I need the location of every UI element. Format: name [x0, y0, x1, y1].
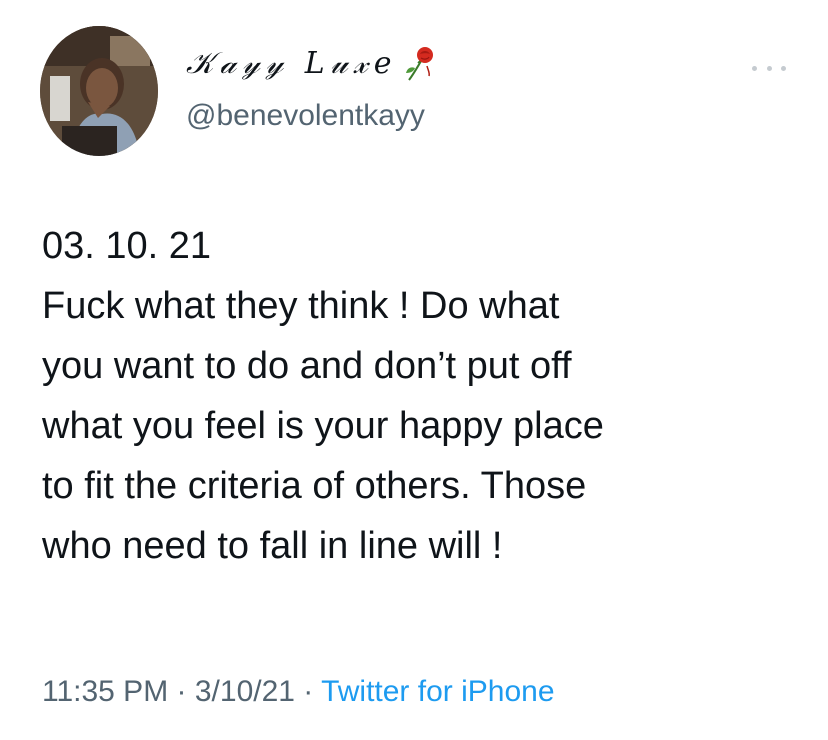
- rose-icon: [401, 46, 437, 82]
- tweet-text: 03. 10. 21 Fuck what they think ! Do wha…: [42, 216, 802, 576]
- tweet-text-line: what you feel is your happy place: [42, 405, 604, 447]
- tweet-text-line: you want to do and don’t put off: [42, 345, 572, 387]
- more-dot: [752, 65, 757, 71]
- tweet-text-line: 03. 10. 21: [42, 225, 212, 267]
- meta-separator: ·: [294, 675, 322, 708]
- tweet-text-line: Fuck what they think ! Do what: [42, 285, 560, 327]
- username[interactable]: @benevolentkayy: [186, 96, 425, 136]
- more-horizontal-icon[interactable]: [752, 56, 786, 80]
- tweet-text-line: to fit the criteria of others. Those: [42, 465, 587, 507]
- tweet-time[interactable]: 11:35 PM: [42, 675, 168, 708]
- more-dot: [766, 65, 772, 71]
- tweet-detail: 𝒦𝒶𝓎𝓎 𝐿𝓊𝓍𝑒 @benevolentkayy 03. 10. 21 Fuc…: [0, 0, 828, 740]
- tweet-text-line: who need to fall in line will !: [42, 525, 503, 567]
- tweet-date[interactable]: 3/10/21: [195, 675, 295, 708]
- tweet-meta: 11:35 PM · 3/10/21 · Twitter for iPhone: [42, 672, 555, 712]
- display-name[interactable]: 𝒦𝒶𝓎𝓎 𝐿𝓊𝓍𝑒: [186, 44, 437, 84]
- display-name-text[interactable]: 𝒦𝒶𝓎𝓎 𝐿𝓊𝓍𝑒: [186, 44, 397, 84]
- avatar[interactable]: [40, 26, 158, 156]
- more-dot: [781, 65, 786, 71]
- meta-separator: ·: [168, 675, 195, 708]
- tweet-source-link[interactable]: Twitter for iPhone: [321, 675, 554, 708]
